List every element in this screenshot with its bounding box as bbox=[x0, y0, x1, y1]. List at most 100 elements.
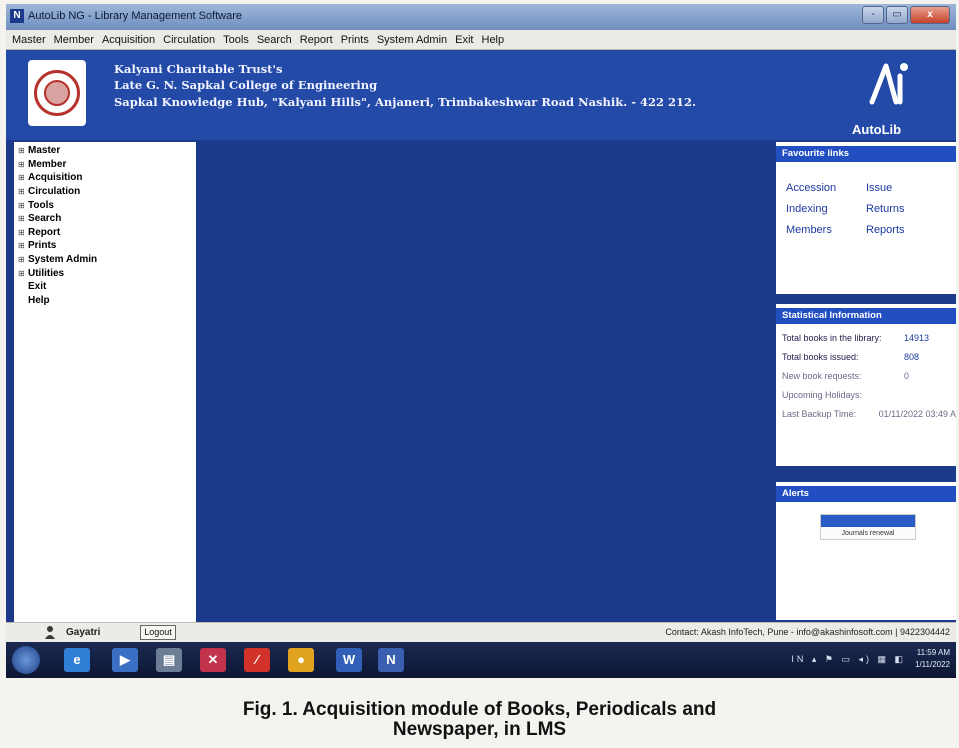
menu-search[interactable]: Search bbox=[257, 34, 292, 46]
menu-system-admin[interactable]: System Admin bbox=[377, 34, 447, 46]
college-seal-icon bbox=[28, 60, 86, 126]
fav-link-accession[interactable]: Accession bbox=[786, 182, 866, 194]
expand-icon[interactable]: ⊞ bbox=[18, 241, 28, 250]
minimize-button[interactable]: - bbox=[862, 6, 884, 24]
stat-label: Total books in the library: bbox=[782, 333, 882, 343]
pdf-reader-icon[interactable]: ⁄ bbox=[244, 648, 270, 672]
sidebar-item-help[interactable]: Help bbox=[18, 294, 196, 308]
menu-member[interactable]: Member bbox=[54, 34, 94, 46]
stat-label: Total books issued: bbox=[782, 352, 859, 362]
brand-name: AutoLib bbox=[852, 122, 902, 137]
sidebar-item-label: Help bbox=[28, 294, 50, 306]
stat-value: 01/11/2022 03:49 A bbox=[878, 409, 956, 419]
sidebar-item-label: Master bbox=[28, 145, 61, 157]
statistics-panel: Statistical Information Total books in t… bbox=[776, 304, 956, 466]
alert-item-label: Journals renewal bbox=[841, 530, 895, 537]
system-tray-icons[interactable]: IN ▴ ⚑ ▭ ◂) ▦ ◧ bbox=[791, 654, 906, 665]
stat-row: Total books in the library: 14913 bbox=[776, 333, 956, 343]
window-title: AutoLib NG - Library Management Software bbox=[28, 10, 242, 22]
sidebar-item-label: Member bbox=[28, 158, 67, 170]
menu-report[interactable]: Report bbox=[300, 34, 333, 46]
menu-circulation[interactable]: Circulation bbox=[163, 34, 215, 46]
stat-value: 14913 bbox=[904, 333, 930, 343]
caption-line-1: Fig. 1. Acquisition module of Books, Per… bbox=[242, 699, 717, 720]
stat-row: Last Backup Time: 01/11/2022 03:49 A bbox=[776, 409, 956, 419]
expand-icon[interactable]: ⊞ bbox=[18, 146, 28, 155]
title-bar: N AutoLib NG - Library Management Softwa… bbox=[6, 4, 956, 30]
close-button[interactable]: x bbox=[910, 6, 950, 24]
sidebar-item-tools[interactable]: ⊞ Tools bbox=[18, 198, 196, 212]
sidebar-item-utilities[interactable]: ⊞ Utilities bbox=[18, 266, 196, 280]
user-icon bbox=[45, 626, 55, 639]
fav-link-issue[interactable]: Issue bbox=[866, 182, 936, 194]
stat-row: Total books issued: 808 bbox=[776, 352, 956, 362]
menu-bar: Master Member Acquisition Circulation Tools S… bbox=[6, 30, 956, 50]
expand-icon[interactable]: ⊞ bbox=[18, 201, 28, 210]
clock[interactable]: 11:59 AM 1/11/2022 bbox=[915, 647, 950, 671]
sidebar-item-exit[interactable]: Exit bbox=[18, 280, 196, 294]
logout-button[interactable]: Logout bbox=[140, 625, 176, 640]
fav-link-members[interactable]: Members bbox=[786, 224, 866, 236]
window-controls: - ▭ x bbox=[862, 6, 950, 24]
alert-item[interactable]: Journals renewal bbox=[820, 514, 916, 540]
sidebar-item-prints[interactable]: ⊞ Prints bbox=[18, 239, 196, 253]
menu-prints[interactable]: Prints bbox=[341, 34, 369, 46]
sidebar-item-label: Acquisition bbox=[28, 172, 83, 184]
college-name: Late G. N. Sapkal College of Engineering bbox=[114, 78, 378, 92]
expand-icon[interactable]: ⊞ bbox=[18, 214, 28, 223]
sidebar-item-master[interactable]: ⊞ Master bbox=[18, 144, 196, 158]
app-icon: N bbox=[10, 9, 24, 23]
media-player-icon[interactable]: ▶ bbox=[112, 648, 138, 672]
save-disk-icon[interactable]: ▤ bbox=[156, 648, 182, 672]
menu-exit[interactable]: Exit bbox=[455, 34, 473, 46]
caption-line-2: Newspaper, in LMS bbox=[392, 719, 567, 740]
windows-taskbar: e ▶ ▤ ✕ ⁄ ● W N IN ▴ ⚑ ▭ ◂) ▦ ◧ 11:59 AM 1/11/2… bbox=[6, 642, 956, 678]
sidebar-item-label: Tools bbox=[28, 199, 54, 211]
clock-date: 1/11/2022 bbox=[915, 660, 950, 669]
internet-explorer-icon[interactable]: e bbox=[64, 648, 90, 672]
sidebar-item-label: Search bbox=[28, 213, 62, 225]
menu-master[interactable]: Master bbox=[12, 34, 46, 46]
fav-link-indexing[interactable]: Indexing bbox=[786, 203, 866, 215]
stat-label: New book requests: bbox=[782, 371, 862, 381]
menu-help[interactable]: Help bbox=[482, 34, 505, 46]
expand-icon[interactable]: ⊞ bbox=[18, 160, 28, 169]
sidebar-item-search[interactable]: ⊞ Search bbox=[18, 212, 196, 226]
sidebar-item-report[interactable]: ⊞ Report bbox=[18, 226, 196, 240]
autolib-icon[interactable]: N bbox=[378, 648, 404, 672]
alerts-panel: Alerts Journals renewal bbox=[776, 482, 956, 620]
stat-value: 808 bbox=[904, 352, 920, 362]
fav-link-returns[interactable]: Returns bbox=[866, 203, 936, 215]
expand-icon[interactable]: ⊞ bbox=[18, 228, 28, 237]
expand-icon[interactable]: ⊞ bbox=[18, 187, 28, 196]
favourite-links-panel: Favourite links Accession Issue Indexing Re… bbox=[776, 142, 956, 294]
sidebar-item-member[interactable]: ⊞ Member bbox=[18, 158, 196, 172]
menu-tools[interactable]: Tools bbox=[223, 34, 249, 46]
word-icon[interactable]: W bbox=[336, 648, 362, 672]
stat-row: New book requests: 0 bbox=[776, 371, 956, 381]
chrome-icon[interactable]: ● bbox=[288, 648, 314, 672]
expand-icon[interactable]: ⊞ bbox=[18, 255, 28, 264]
expand-icon[interactable]: ⊞ bbox=[18, 173, 28, 182]
stat-label: Upcoming Holidays: bbox=[782, 390, 863, 400]
sidebar-item-circulation[interactable]: ⊞ Circulation bbox=[18, 185, 196, 199]
sidebar-item-label: System Admin bbox=[28, 254, 98, 266]
statistics-title: Statistical Information bbox=[776, 308, 956, 324]
sidebar-item-acquisition[interactable]: ⊞ Acquisition bbox=[18, 171, 196, 185]
autolib-logo-icon bbox=[869, 63, 908, 105]
sidebar-item-label: Circulation bbox=[28, 186, 81, 198]
start-orb-icon[interactable] bbox=[12, 646, 40, 674]
sidebar-item-system-admin[interactable]: ⊞ System Admin bbox=[18, 253, 196, 267]
maximize-button[interactable]: ▭ bbox=[886, 6, 908, 24]
expand-icon[interactable]: ⊞ bbox=[18, 269, 28, 278]
figure-caption: Fig. 1. Acquisition module of Books, Per… bbox=[0, 700, 959, 740]
menu-acquisition[interactable]: Acquisition bbox=[102, 34, 155, 46]
logged-in-user: Gayatri bbox=[66, 627, 101, 638]
header-banner: Kalyani Charitable Trust's Late G. N. Sa… bbox=[6, 50, 956, 140]
sidebar-item-label: Report bbox=[28, 226, 61, 238]
tools-icon[interactable]: ✕ bbox=[200, 648, 226, 672]
sidebar-tree: ⊞ Master ⊞ Member ⊞ Acquisition ⊞ Circulation ⊞ T… bbox=[14, 142, 196, 622]
app-window: N AutoLib NG - Library Management Softwa… bbox=[6, 4, 956, 678]
fav-link-reports[interactable]: Reports bbox=[866, 224, 936, 236]
stat-value: 0 bbox=[904, 371, 910, 381]
